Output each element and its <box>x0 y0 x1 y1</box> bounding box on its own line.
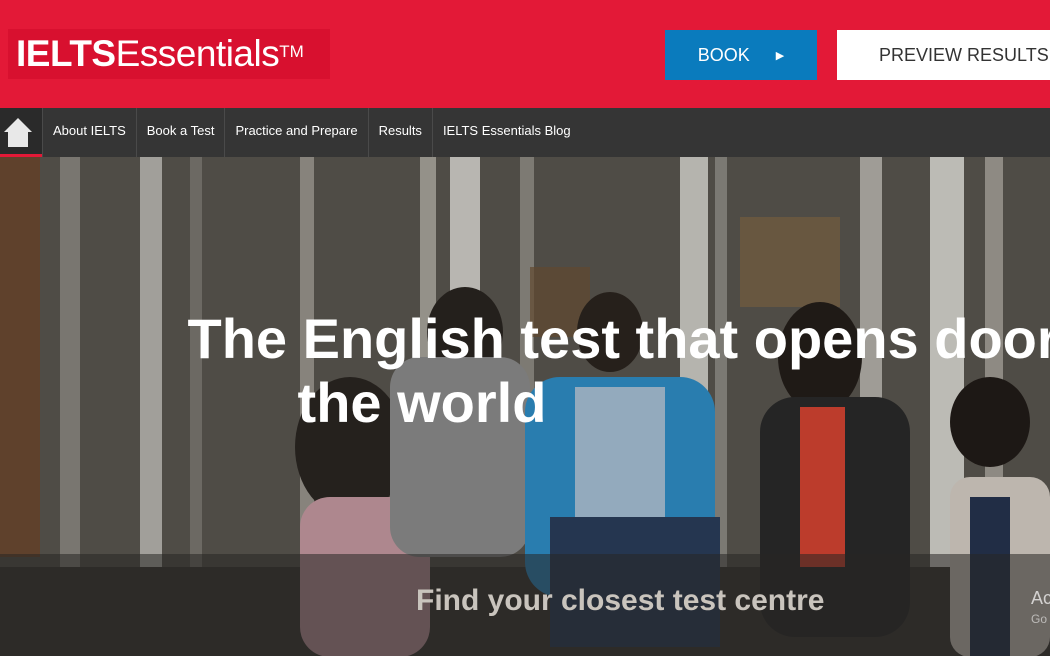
activate-windows-watermark: Ac <box>1031 588 1050 608</box>
top-header-bar: IELTSEssentialsTM BOOK ▶ PREVIEW RESULTS <box>0 0 1050 108</box>
find-test-centre-label[interactable]: Find your closest test centre <box>416 584 824 618</box>
ielts-essentials-logo[interactable]: IELTSEssentialsTM <box>8 29 330 79</box>
logo-light-text: Essentials <box>115 33 280 74</box>
activate-windows-subtext: Go <box>1031 612 1048 626</box>
main-navigation: About IELTS Book a Test Practice and Pre… <box>0 108 1050 157</box>
find-test-centre-bar[interactable]: Find your closest test centre Ac Go <box>0 554 1050 656</box>
preview-results-label: PREVIEW RESULTS <box>879 45 1049 65</box>
nav-home-button[interactable] <box>0 108 42 157</box>
book-button[interactable]: BOOK ▶ <box>665 30 817 80</box>
preview-results-button[interactable]: PREVIEW RESULTS <box>837 30 1050 80</box>
nav-item-about-ielts[interactable]: About IELTS <box>42 108 136 157</box>
nav-item-results[interactable]: Results <box>367 108 432 157</box>
hero-headline-line1: The English test that opens doors a <box>187 307 1050 370</box>
hero-banner: The English test that opens doors a the … <box>0 157 1050 656</box>
hero-headline: The English test that opens doors a the … <box>97 307 1050 435</box>
hero-headline-line2: the world <box>297 371 547 434</box>
play-arrow-icon: ▶ <box>775 49 785 62</box>
nav-item-book-a-test[interactable]: Book a Test <box>135 108 225 157</box>
nav-item-practice-and-prepare[interactable]: Practice and Prepare <box>224 108 367 157</box>
nav-item-ielts-essentials-blog[interactable]: IELTS Essentials Blog <box>431 108 581 157</box>
home-icon <box>4 118 32 147</box>
book-button-label: BOOK <box>697 44 750 65</box>
logo-trademark: TM <box>279 42 304 61</box>
logo-bold-text: IELTS <box>16 33 116 74</box>
nav-items: About IELTS Book a Test Practice and Pre… <box>42 108 581 157</box>
